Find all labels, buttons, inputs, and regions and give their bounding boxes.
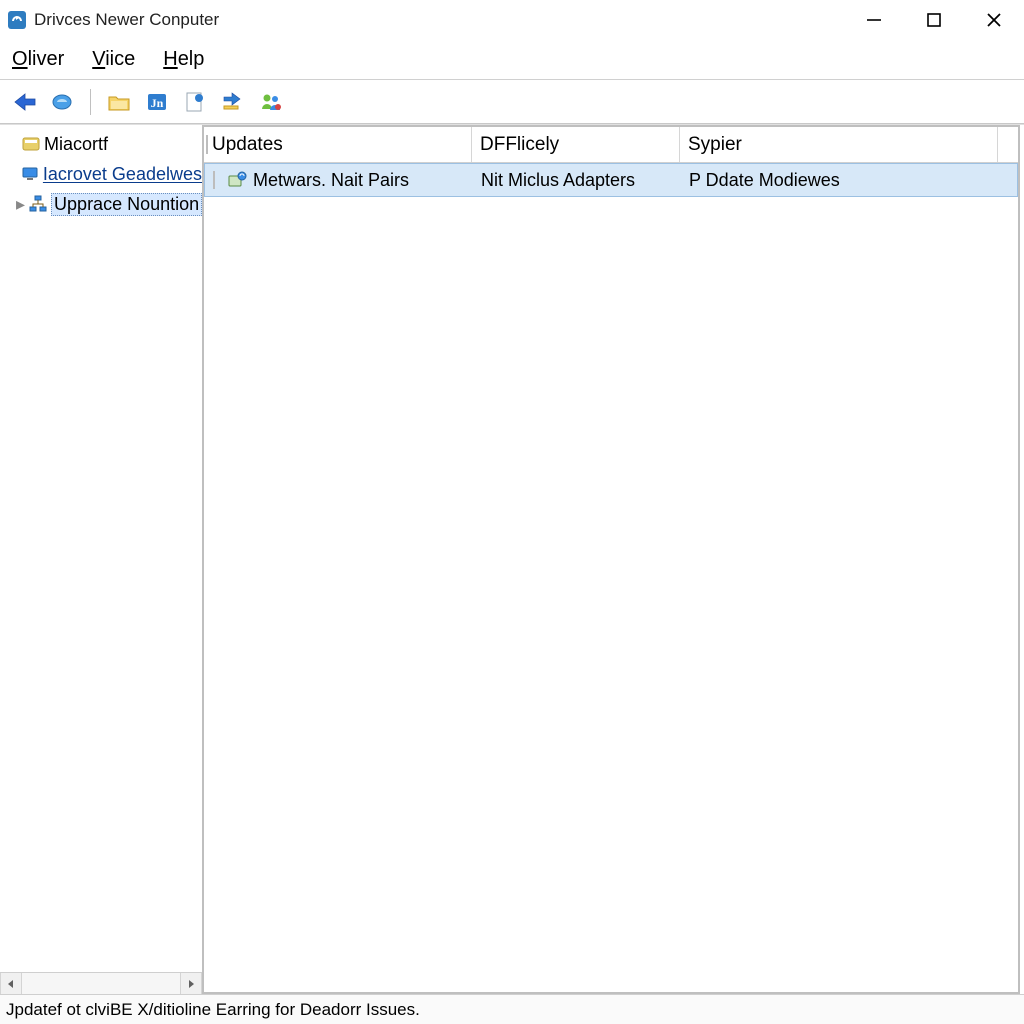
- expander-icon[interactable]: ▸: [16, 194, 25, 215]
- scroll-left-icon[interactable]: [0, 973, 22, 994]
- column-label: Sypier: [688, 134, 742, 156]
- tree-item-label: Upprace Nountion: [51, 193, 202, 216]
- tree-item-2[interactable]: ▸ Upprace Nountion: [0, 189, 202, 219]
- column-header-dfflicely[interactable]: DFFlicely: [472, 127, 680, 162]
- app-node-icon: [22, 135, 40, 153]
- tree-item-root[interactable]: Miacortf: [0, 129, 202, 159]
- row-grip: [213, 171, 215, 189]
- network-adapter-icon: [227, 170, 247, 190]
- maximize-button[interactable]: [904, 0, 964, 40]
- monitor-icon: [21, 165, 39, 183]
- column-header-sypier[interactable]: Sypier: [680, 127, 998, 162]
- menubar: Oliver Viice Help: [0, 40, 1024, 80]
- folder-button[interactable]: [105, 88, 133, 116]
- cell-updates: Metwars. Nait Pairs: [205, 170, 473, 191]
- status-text: Jpdatef ot clviBE X/ditioline Earring fo…: [6, 1000, 420, 1020]
- list-header: Updates DFFlicely Sypier: [204, 127, 1018, 163]
- column-grip[interactable]: [206, 135, 208, 154]
- menu-help[interactable]: Help: [163, 48, 204, 71]
- minimize-button[interactable]: [844, 0, 904, 40]
- close-button[interactable]: [964, 0, 1024, 40]
- tree-horizontal-scrollbar[interactable]: [0, 972, 202, 994]
- svg-text:Jn: Jn: [151, 96, 164, 110]
- window-controls: [844, 0, 1024, 40]
- window-title: Drivces Newer Conputer: [34, 10, 219, 30]
- titlebar: Drivces Newer Conputer: [0, 0, 1024, 40]
- column-header-updates[interactable]: Updates: [204, 127, 472, 162]
- scroll-track[interactable]: [22, 973, 180, 994]
- tree-panel: Miacortf Iacrovet Geadelwes ▸ Upprace No…: [0, 125, 204, 994]
- users-button[interactable]: [257, 88, 285, 116]
- cell-dfflicely: Nit Miclus Adapters: [473, 170, 681, 191]
- menu-label: Help: [163, 48, 204, 70]
- scroll-right-icon[interactable]: [180, 973, 202, 994]
- menu-oliver[interactable]: Oliver: [12, 48, 64, 71]
- cell-text: P Ddate Modiewes: [689, 170, 840, 191]
- export-button[interactable]: [219, 88, 247, 116]
- cell-sypier: P Ddate Modiewes: [681, 170, 1017, 191]
- tree-item-label: Miacortf: [44, 134, 108, 155]
- menu-label: Viice: [92, 48, 135, 70]
- tree-item-label: Iacrovet Geadelwes: [43, 164, 202, 185]
- tree-item-1[interactable]: Iacrovet Geadelwes: [0, 159, 202, 189]
- list-row[interactable]: Metwars. Nait Pairs Nit Miclus Adapters …: [204, 163, 1018, 197]
- statusbar: Jpdatef ot clviBE X/ditioline Earring fo…: [0, 994, 1024, 1024]
- computer-icon[interactable]: [48, 88, 76, 116]
- app-icon: [6, 9, 28, 31]
- toolbar: Jn: [0, 80, 1024, 124]
- column-header-stub: [998, 127, 1018, 162]
- page-button[interactable]: [181, 88, 209, 116]
- toolbar-separator: [90, 89, 91, 115]
- menu-label: Oliver: [12, 48, 64, 70]
- back-button[interactable]: [10, 88, 38, 116]
- hierarchy-icon: [29, 195, 47, 213]
- column-label: DFFlicely: [480, 134, 559, 156]
- column-label: Updates: [212, 134, 283, 156]
- cell-text: Nit Miclus Adapters: [481, 170, 635, 191]
- cell-text: Metwars. Nait Pairs: [253, 170, 409, 191]
- list-panel: Updates DFFlicely Sypier Met: [204, 125, 1020, 994]
- menu-viice[interactable]: Viice: [92, 48, 135, 71]
- info-button[interactable]: Jn: [143, 88, 171, 116]
- body-split: Miacortf Iacrovet Geadelwes ▸ Upprace No…: [0, 124, 1024, 994]
